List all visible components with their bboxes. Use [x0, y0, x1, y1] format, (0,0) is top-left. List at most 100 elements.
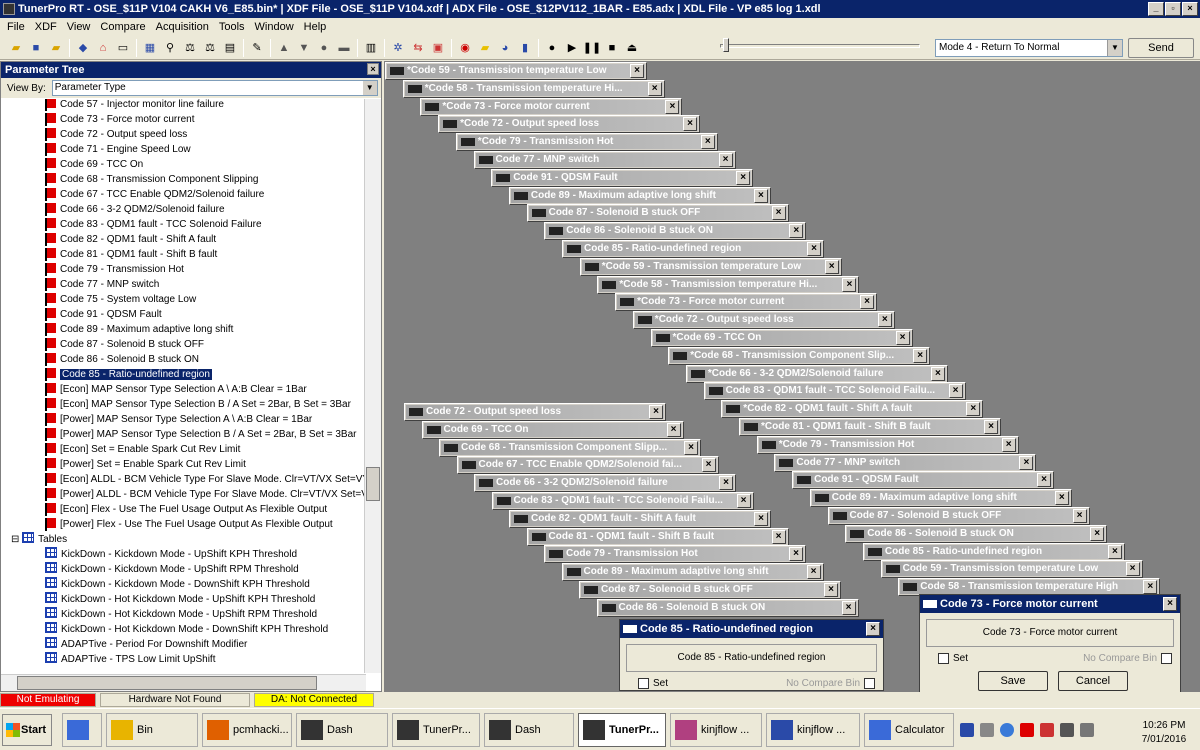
- checkbox-box[interactable]: [1161, 653, 1172, 664]
- tree-item[interactable]: KickDown - Kickdown Mode - UpShift KPH T…: [45, 547, 297, 562]
- child-window-title[interactable]: Code 83 - QDM1 fault - TCC Solenoid Fail…: [493, 494, 752, 508]
- minimize-button[interactable]: _: [1148, 2, 1164, 16]
- tree-item[interactable]: ADAPTive - Period For Downshift Modifier: [45, 637, 247, 652]
- tree-view[interactable]: Code 57 - Injector monitor line failure C…: [1, 99, 365, 673]
- checkbox-box[interactable]: [864, 678, 875, 689]
- child-window-title[interactable]: *Code 72 - Output speed loss: [634, 313, 893, 328]
- close-icon[interactable]: ×: [824, 583, 838, 597]
- dashboard-icon[interactable]: ◕: [497, 40, 513, 56]
- collapse-icon[interactable]: ⊟: [11, 534, 22, 545]
- child-window-title[interactable]: Code 89 - Maximum adaptive long shift: [563, 565, 822, 580]
- close-icon[interactable]: ×: [895, 331, 910, 345]
- child-window[interactable]: *Code 58 - Transmission temperature Hi..…: [402, 79, 665, 98]
- tree-item-tables[interactable]: ⊟ Tables: [11, 532, 67, 547]
- close-icon[interactable]: ×: [877, 313, 892, 328]
- close-icon[interactable]: ×: [1001, 437, 1016, 452]
- close-icon[interactable]: ×: [736, 494, 751, 508]
- checkbox-box[interactable]: [638, 678, 649, 689]
- tree-item[interactable]: Code 73 - Force motor current: [45, 112, 195, 127]
- tree-item[interactable]: [Power] Set = Enable Spark Cut Rev Limit: [45, 457, 246, 472]
- child-window-title[interactable]: *Code 69 - TCC On: [652, 331, 911, 345]
- close-icon[interactable]: ×: [789, 224, 804, 239]
- close-icon[interactable]: ×: [718, 153, 733, 167]
- child-window[interactable]: Code 69 - TCC On ×: [421, 420, 684, 439]
- menu-compare[interactable]: Compare: [95, 21, 150, 33]
- taskbar-item[interactable]: Calculator: [864, 713, 954, 747]
- playback-slider[interactable]: [720, 38, 920, 52]
- code-dialog[interactable]: Code 73 - Force motor current × Code 73 - …: [919, 594, 1181, 692]
- search-icon[interactable]: ⚲: [162, 40, 178, 56]
- tray-device-icon[interactable]: [980, 723, 994, 737]
- compare-icon[interactable]: ⚖: [182, 40, 198, 56]
- child-window[interactable]: Code 81 - QDM1 fault - Shift B fault ×: [526, 527, 789, 546]
- folder-yellow-icon[interactable]: ▰: [477, 40, 493, 56]
- tree-item[interactable]: Code 82 - QDM1 fault - Shift A fault: [45, 232, 216, 247]
- close-icon[interactable]: ×: [1054, 491, 1069, 506]
- child-window[interactable]: Code 82 - QDM1 fault - Shift A fault ×: [509, 509, 771, 528]
- child-window[interactable]: Code 67 - TCC Enable QDM2/Solenoid fai..…: [456, 456, 719, 475]
- child-window[interactable]: Code 87 - Solenoid B stuck OFF ×: [827, 507, 1090, 525]
- save-button[interactable]: Save: [978, 671, 1048, 691]
- close-icon[interactable]: ×: [1072, 509, 1087, 523]
- child-window-title[interactable]: Code 66 - 3-2 QDM2/Solenoid failure: [476, 476, 734, 491]
- child-window[interactable]: Code 83 - QDM1 fault - TCC Solenoid Fail…: [491, 492, 754, 510]
- tree-item[interactable]: Code 79 - Transmission Hot: [45, 262, 184, 277]
- child-window-title[interactable]: Code 87 - Solenoid B stuck OFF: [528, 206, 787, 221]
- tree-item[interactable]: [Econ] MAP Sensor Type Selection B / A S…: [45, 397, 351, 412]
- close-icon[interactable]: ×: [736, 170, 751, 185]
- child-window-title[interactable]: Code 72 - Output speed loss: [406, 405, 664, 419]
- chevron-down-icon[interactable]: ▼: [362, 81, 377, 95]
- close-icon[interactable]: ×: [913, 348, 928, 363]
- child-window[interactable]: *Code 59 - Transmission temperature Low ×: [579, 257, 842, 276]
- home-icon[interactable]: ⌂: [95, 40, 111, 56]
- arrow-up-icon[interactable]: ▲: [276, 40, 292, 56]
- menu-file[interactable]: File: [2, 21, 30, 33]
- close-icon[interactable]: ×: [1143, 580, 1158, 595]
- close-icon[interactable]: ×: [754, 511, 768, 526]
- close-icon[interactable]: ×: [684, 440, 698, 455]
- tree-item[interactable]: [Power] MAP Sensor Type Selection B / A …: [45, 427, 356, 442]
- child-window[interactable]: Code 79 - Transmission Hot ×: [544, 545, 806, 564]
- hex-icon[interactable]: ▦: [142, 40, 158, 56]
- tree-item[interactable]: Code 68 - Transmission Component Slippin…: [45, 172, 258, 187]
- child-window-title[interactable]: Code 77 - MNP switch: [776, 455, 1035, 470]
- close-icon[interactable]: ×: [771, 529, 786, 544]
- open-folder-icon[interactable]: ▰: [8, 40, 24, 56]
- child-window[interactable]: Code 91 - QDSM Fault ×: [491, 168, 754, 187]
- child-window[interactable]: Code 89 - Maximum adaptive long shift ×: [561, 563, 824, 582]
- close-button[interactable]: ×: [1182, 2, 1198, 16]
- child-window[interactable]: Code 86 - Solenoid B stuck ON ×: [544, 222, 807, 241]
- child-window-title[interactable]: Code 83 - QDM1 fault - TCC Solenoid Fail…: [705, 384, 964, 399]
- child-window[interactable]: Code 86 - Solenoid B stuck ON ×: [596, 598, 859, 617]
- tree-item[interactable]: KickDown - Kickdown Mode - UpShift RPM T…: [45, 562, 299, 577]
- eject-icon[interactable]: ⏏: [624, 40, 640, 56]
- close-icon[interactable]: ×: [700, 135, 715, 150]
- wrench-icon[interactable]: ✎: [249, 40, 265, 56]
- set-checkbox[interactable]: Set: [938, 653, 968, 664]
- close-icon[interactable]: ×: [630, 64, 644, 78]
- tree-item[interactable]: Code 57 - Injector monitor line failure: [45, 99, 224, 112]
- close-icon[interactable]: ×: [789, 547, 803, 562]
- child-window-title[interactable]: *Code 79 - Transmission Hot: [758, 437, 1017, 452]
- child-window-title[interactable]: Code 69 - TCC On: [423, 422, 682, 437]
- send-button[interactable]: Send: [1128, 38, 1194, 58]
- tree-item[interactable]: [Power] MAP Sensor Type Selection A \ A:…: [45, 412, 312, 427]
- load-xdf-icon[interactable]: ◆: [75, 40, 91, 56]
- child-window[interactable]: Code 72 - Output speed loss ×: [404, 403, 666, 421]
- child-window[interactable]: Code 66 - 3-2 QDM2/Solenoid failure ×: [474, 474, 736, 493]
- child-window[interactable]: *Code 79 - Transmission Hot ×: [455, 133, 718, 152]
- tree-item[interactable]: Code 86 - Solenoid B stuck ON: [45, 352, 199, 367]
- child-window-title[interactable]: *Code 82 - QDM1 fault - Shift A fault: [723, 402, 982, 417]
- tree-item[interactable]: Code 66 - 3-2 QDM2/Solenoid failure: [45, 202, 225, 217]
- no-compare-checkbox[interactable]: No Compare Bin: [786, 678, 875, 689]
- no-compare-checkbox[interactable]: No Compare Bin: [1083, 653, 1172, 664]
- child-window[interactable]: Code 83 - QDM1 fault - TCC Solenoid Fail…: [703, 382, 966, 401]
- menu-window[interactable]: Window: [250, 21, 299, 33]
- close-icon[interactable]: ×: [1107, 544, 1122, 559]
- document-icon[interactable]: ▭: [115, 40, 131, 56]
- menu-acquisition[interactable]: Acquisition: [151, 21, 214, 33]
- tree-item[interactable]: KickDown - Hot Kickdown Mode - DownShift…: [45, 622, 328, 637]
- tree-item[interactable]: Code 91 - QDSM Fault: [45, 307, 162, 322]
- child-window-title[interactable]: Code 85 - Ratio-undefined region: [864, 544, 1123, 559]
- save-icon[interactable]: ■: [28, 40, 44, 56]
